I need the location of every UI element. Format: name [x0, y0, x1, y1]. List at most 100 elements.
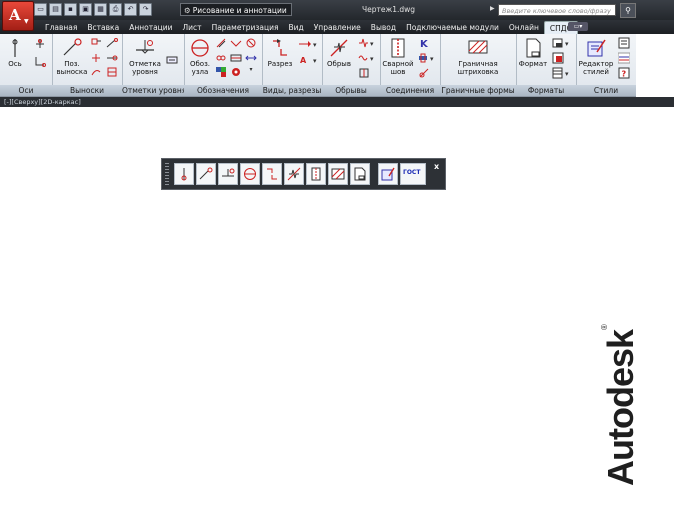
- leader-note-icon[interactable]: [90, 66, 102, 78]
- workspace-selector[interactable]: ⚙ Рисование и аннотации: [180, 3, 292, 16]
- format-button[interactable]: Формат: [518, 37, 548, 68]
- view-letter-icon[interactable]: A ▾: [298, 54, 318, 66]
- spds-floating-toolbar: ГОСТ x: [161, 158, 446, 190]
- leader-button[interactable]: Поз. выноска: [56, 37, 88, 76]
- axis-button[interactable]: Ось: [4, 37, 26, 68]
- panel-title: Выноски: [52, 85, 122, 96]
- tb-format-button[interactable]: [350, 163, 370, 185]
- break-box-icon[interactable]: [358, 67, 370, 79]
- panel-formats: Формат ▾ ▾ Форматы: [516, 34, 577, 96]
- section-button[interactable]: Разрез: [265, 37, 295, 68]
- tab-9[interactable]: Онлайн: [504, 21, 544, 34]
- level-mark-label: Отметка уровня: [129, 60, 161, 76]
- sheet-format-icon: [526, 38, 541, 58]
- tb-break-button[interactable]: [284, 163, 304, 185]
- tab-0[interactable]: Главная: [40, 21, 82, 34]
- style-list-icon[interactable]: [618, 37, 630, 49]
- viewport-controls[interactable]: [-][Сверху][2D-каркас]: [0, 97, 674, 107]
- autodesk-logo: Autodesk®: [600, 316, 641, 486]
- search-input[interactable]: Введите ключевое слово/фразу: [498, 4, 616, 16]
- logo-text: Autodesk: [600, 329, 641, 486]
- tb-section-button[interactable]: [262, 163, 282, 185]
- ribbon-tabs: Главная Вставка Аннотации Лист Параметризаци…: [0, 20, 674, 35]
- leader-cross-icon[interactable]: [90, 52, 102, 64]
- node-symbol-icon: [191, 39, 209, 57]
- table-format-icon[interactable]: ▾: [552, 67, 572, 79]
- application-menu-button[interactable]: A ▼: [2, 1, 34, 31]
- svg-text:▾: ▾: [313, 41, 317, 49]
- boundary-hatch-button[interactable]: Граничная штриховка: [446, 37, 510, 76]
- break-zigzag-icon[interactable]: ▾: [358, 37, 376, 49]
- hatch-icon: [331, 168, 345, 180]
- stamp-icon[interactable]: [552, 52, 564, 64]
- tab-1[interactable]: Вставка: [82, 21, 124, 34]
- redo-icon[interactable]: ↷: [139, 3, 152, 16]
- binoculars-icon[interactable]: ⚲: [620, 3, 636, 18]
- leader-chain-icon[interactable]: [106, 52, 118, 64]
- tab-2[interactable]: Аннотации: [124, 21, 177, 34]
- node-symbol-button[interactable]: Обоз. узла: [186, 37, 214, 76]
- save-as-icon[interactable]: ▣: [79, 3, 92, 16]
- break-wave-icon[interactable]: ▾: [358, 52, 376, 64]
- tb-level-mark-button[interactable]: [218, 163, 238, 185]
- no-symbol-icon[interactable]: [245, 37, 257, 49]
- close-icon[interactable]: x: [434, 162, 439, 171]
- svg-text:A: A: [300, 56, 307, 65]
- weld-seam-button[interactable]: Сварной шов: [382, 37, 414, 76]
- tb-hatch-button[interactable]: [328, 163, 348, 185]
- gost-icon[interactable]: [618, 52, 630, 64]
- tab-5[interactable]: Вид: [284, 21, 309, 34]
- leader-line-icon[interactable]: [106, 37, 118, 49]
- new-icon[interactable]: ▭: [34, 3, 47, 16]
- tb-axis-button[interactable]: [174, 163, 194, 185]
- frame-icon[interactable]: [230, 52, 242, 64]
- svg-text:▾: ▾: [430, 55, 434, 63]
- panel-title: Форматы: [516, 85, 576, 96]
- style-editor-icon: [381, 167, 395, 181]
- tb-weld-seam-button[interactable]: [306, 163, 326, 185]
- rivet-icon[interactable]: [418, 67, 430, 79]
- gear-symbol-icon[interactable]: [230, 66, 242, 78]
- level-mark-button[interactable]: Отметка уровня: [126, 37, 164, 76]
- help-icon[interactable]: ?: [618, 67, 630, 79]
- chain-link-icon[interactable]: [215, 52, 227, 64]
- chevron-down-icon[interactable]: ▾: [245, 66, 257, 78]
- level-table-icon[interactable]: [166, 54, 178, 66]
- cut-mark-icon[interactable]: [230, 37, 242, 49]
- ribbon: Ось Оси Поз. выноска Выноски Отметка уро…: [0, 34, 636, 97]
- fastener-icon[interactable]: K: [418, 37, 430, 49]
- title-block-icon[interactable]: ▾: [552, 37, 572, 49]
- tab-7[interactable]: Вывод: [366, 21, 401, 34]
- slope-icon[interactable]: [215, 37, 227, 49]
- bolt-icon[interactable]: ▾: [418, 52, 438, 64]
- tab-4[interactable]: Параметризация: [207, 21, 284, 34]
- style-editor-button[interactable]: Редактор стилей: [578, 37, 614, 76]
- axis-label: Ось: [8, 60, 22, 68]
- material-icon[interactable]: [215, 66, 227, 78]
- plot-icon[interactable]: ▦: [94, 3, 107, 16]
- axis-mark-icon[interactable]: [34, 55, 46, 67]
- open-icon[interactable]: ▤: [49, 3, 62, 16]
- node-symbol-icon: [244, 168, 256, 180]
- view-arrow-icon[interactable]: ▾: [298, 38, 318, 50]
- break-button[interactable]: Обрыв: [324, 37, 354, 68]
- ribbon-minimize-button[interactable]: ▭▾: [568, 22, 588, 31]
- panel-leaders: Поз. выноска Выноски: [52, 34, 123, 96]
- tab-3[interactable]: Лист: [178, 21, 207, 34]
- tb-leader-button[interactable]: [196, 163, 216, 185]
- panel-boundary: Граничная штриховка Граничные формы: [440, 34, 517, 96]
- tab-6[interactable]: Управление: [309, 21, 366, 34]
- axis-grid-icon[interactable]: [34, 38, 46, 50]
- save-icon[interactable]: ▪: [64, 3, 77, 16]
- tab-8[interactable]: Подключаемые модули: [401, 21, 504, 34]
- toolbar-grip[interactable]: [165, 163, 169, 185]
- leader-table-icon[interactable]: [106, 66, 118, 78]
- tb-node-symbol-button[interactable]: [240, 163, 260, 185]
- print-icon[interactable]: ⎙: [109, 3, 122, 16]
- undo-icon[interactable]: ↶: [124, 3, 137, 16]
- dimension-icon[interactable]: [245, 52, 257, 64]
- tb-style-editor-button[interactable]: [378, 163, 398, 185]
- tb-gost-button[interactable]: ГОСТ: [400, 163, 426, 185]
- svg-text:K: K: [420, 39, 429, 49]
- leader-number-icon[interactable]: [90, 37, 102, 49]
